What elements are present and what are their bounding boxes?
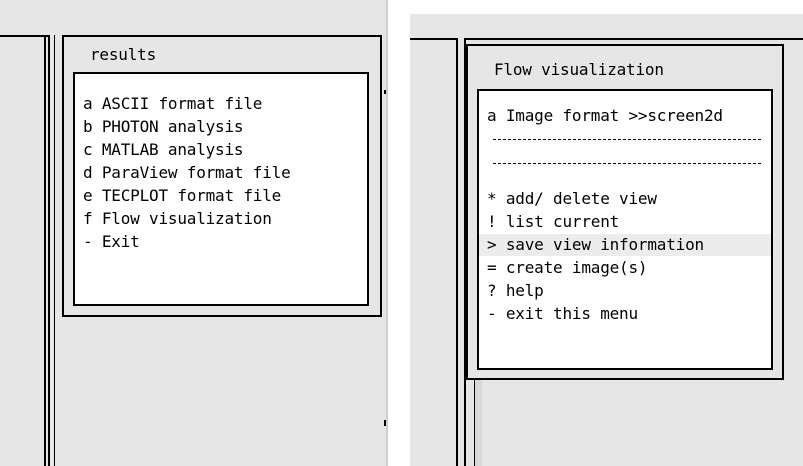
right-lower-strip (474, 380, 482, 466)
right-left-rule (456, 38, 466, 466)
menu-item-tecplot[interactable]: e TECPLOT format file (75, 185, 367, 207)
menu-item-exit[interactable]: - Exit (75, 231, 367, 253)
left-side-strip (54, 35, 62, 466)
menu-item-image-format[interactable]: a Image format >>screen2d (479, 105, 771, 127)
menu-item-save-view-information[interactable]: > save view information (479, 234, 771, 256)
menu-item-matlab[interactable]: c MATLAB analysis (75, 139, 367, 161)
menu-separator-2 (493, 163, 761, 164)
results-menu-frame: results a ASCII format file b PHOTON ana… (62, 35, 382, 317)
menu-separator-1 (493, 139, 761, 140)
menu-item-exit-this-menu[interactable]: - exit this menu (479, 303, 771, 325)
flow-visualization-menu-list: a Image format >>screen2d * add/ delete … (477, 89, 773, 370)
menu-item-help[interactable]: ? help (479, 280, 771, 302)
menu-item-photon[interactable]: b PHOTON analysis (75, 116, 367, 138)
results-menu-list: a ASCII format file b PHOTON analysis c … (73, 72, 369, 306)
left-divider (44, 35, 46, 466)
menu-item-create-images[interactable]: = create image(s) (479, 257, 771, 279)
flow-visualization-menu-title: Flow visualization (494, 60, 664, 79)
flow-visualization-menu-frame: Flow visualization a Image format >>scre… (466, 44, 784, 380)
results-menu-title: results (90, 45, 157, 64)
menu-item-ascii[interactable]: a ASCII format file (75, 93, 367, 115)
menu-item-flow-visualization[interactable]: f Flow visualization (75, 208, 367, 230)
left-panel-border-line (0, 35, 50, 466)
menu-item-add-delete-view[interactable]: * add/ delete view (479, 188, 771, 210)
menu-item-list-current[interactable]: ! list current (479, 211, 771, 233)
right-top-rule (410, 38, 803, 40)
menu-item-paraview[interactable]: d ParaView format file (75, 162, 367, 184)
left-scroll-edge (386, 0, 388, 466)
